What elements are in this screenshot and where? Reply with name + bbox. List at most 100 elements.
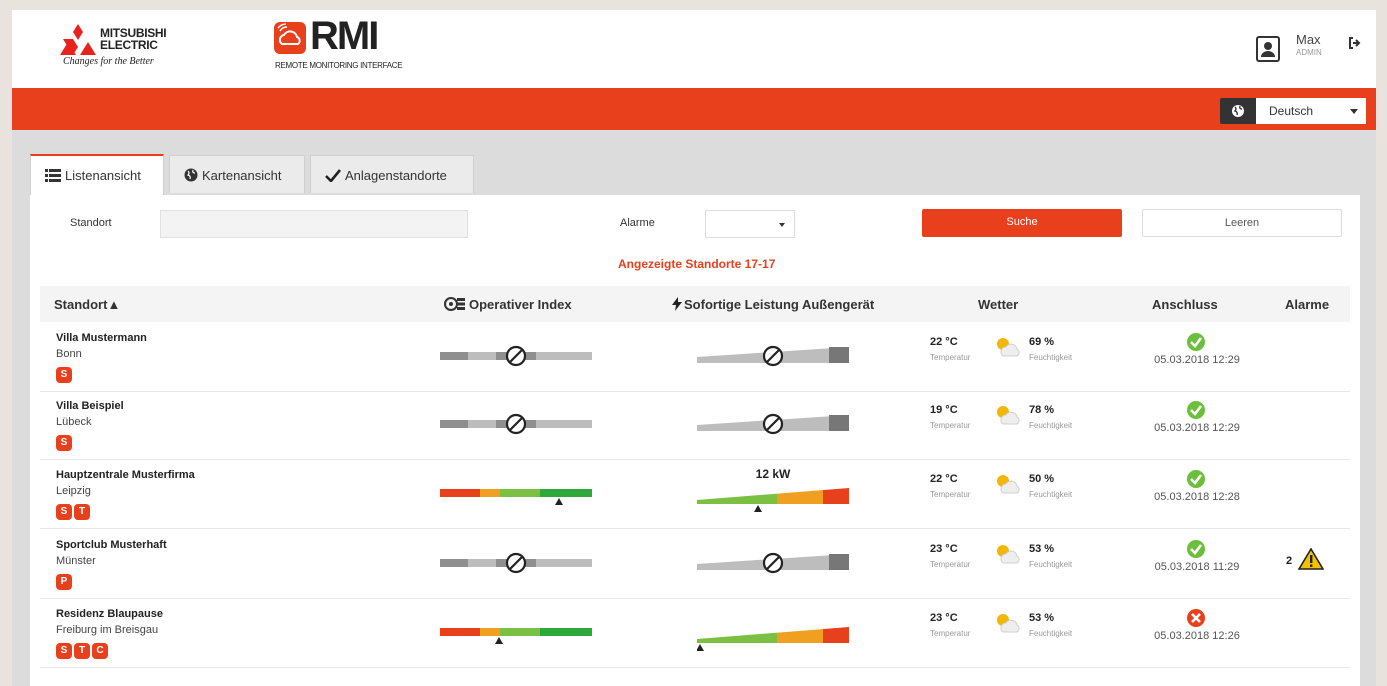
column-header-operativer-index: Operativer Index (444, 297, 572, 312)
site-name[interactable]: Villa Beispiel (56, 400, 124, 412)
standort-input[interactable] (160, 210, 468, 238)
temperature-value: 22 °C (930, 473, 958, 485)
column-header-standort[interactable]: Standort▲ (54, 297, 120, 312)
weather-icon-wrap (995, 612, 1023, 639)
operativer-index-cell (440, 336, 592, 376)
column-header-leistung: Sofortige Leistung Außengerät (672, 297, 874, 312)
language-selector[interactable]: Deutsch (1220, 98, 1366, 124)
temperature-value: 22 °C (930, 336, 958, 348)
table-row[interactable]: Villa Beispiel Lübeck S 19 °C Temperatur (40, 392, 1350, 460)
connection-time: 05.03.2018 12:26 (1154, 630, 1240, 642)
temperature-label: Temperatur (930, 629, 971, 638)
list-icon (45, 169, 61, 182)
temperature-label: Temperatur (930, 421, 971, 430)
leistung-cell (697, 537, 849, 587)
site-name[interactable]: Villa Mustermann (56, 332, 147, 344)
site-name[interactable]: Residenz Blaupause (56, 608, 163, 620)
language-selected-value: Deutsch (1269, 104, 1314, 118)
operativer-index-cell (440, 473, 592, 513)
tab-listenansicht[interactable]: Listenansicht (30, 154, 164, 196)
leistung-cell: 12 kW (697, 467, 849, 517)
table-header: Standort▲ Operativer Index Sofortige Lei… (40, 286, 1350, 322)
operativer-index-bar (440, 489, 592, 505)
alarme-label: Alarme (620, 217, 655, 229)
index-marker (495, 637, 503, 644)
leistung-cell (696, 606, 849, 656)
chevron-down-icon (779, 223, 785, 227)
connection-ok-icon (1187, 401, 1205, 419)
language-globe-button[interactable] (1220, 98, 1256, 124)
language-select[interactable]: Deutsch (1256, 98, 1366, 124)
result-count: Angezeigte Standorte 17-17 (618, 257, 776, 271)
tab-anlagenstandorte[interactable]: Anlagenstandorte (310, 155, 474, 193)
column-header-label: Operativer Index (469, 297, 572, 312)
connection-error-icon (1187, 609, 1205, 627)
column-header-anschluss: Anschluss (1152, 297, 1218, 312)
leistung-marker (754, 505, 762, 512)
site-name[interactable]: Sportclub Musterhaft (56, 539, 167, 551)
temperature-label: Temperatur (930, 353, 971, 362)
leistung-disabled-bar (697, 413, 849, 435)
tab-label: Kartenansicht (202, 168, 282, 183)
tab-kartenansicht[interactable]: Kartenansicht (169, 155, 305, 193)
warning-icon[interactable] (1298, 548, 1324, 570)
humidity-label: Feuchtigkeit (1029, 560, 1073, 569)
globe-icon (184, 168, 198, 182)
alarm-count[interactable]: 2 (1286, 555, 1292, 567)
humidity-label: Feuchtigkeit (1029, 629, 1073, 638)
site-city: Leipzig (56, 485, 91, 497)
connection-ok-icon (1187, 470, 1205, 488)
partly-cloudy-icon (997, 545, 1020, 564)
weather-icon-wrap (995, 543, 1023, 570)
table-row[interactable]: Hauptzentrale Musterfirma Leipzig ST 12 … (40, 461, 1350, 529)
service-badge: T (74, 504, 90, 520)
column-header-alarme: Alarme (1285, 297, 1330, 312)
service-badge: S (56, 367, 72, 383)
index-marker (555, 498, 563, 505)
leistung-disabled-bar (697, 552, 849, 574)
tab-label: Listenansicht (65, 168, 141, 183)
site-city: Bonn (56, 348, 82, 360)
humidity-value: 69 % (1029, 336, 1055, 348)
connection-ok-icon (1187, 333, 1205, 351)
humidity-value: 53 % (1029, 543, 1055, 555)
connection-ok-icon (1187, 540, 1205, 558)
alarme-select[interactable] (705, 210, 795, 238)
service-badge: S (56, 643, 72, 659)
partly-cloudy-icon (997, 406, 1020, 425)
humidity-label: Feuchtigkeit (1029, 490, 1073, 499)
operativer-index-cell (440, 543, 592, 583)
user-menu[interactable]: Max ADMIN (1256, 32, 1366, 68)
column-header-label: Sofortige Leistung Außengerät (684, 297, 875, 312)
table-row[interactable]: Sportclub Musterhaft Münster P 23 °C Tem… (40, 531, 1350, 599)
clear-button[interactable]: Leeren (1142, 209, 1342, 237)
partly-cloudy-icon (997, 614, 1020, 633)
humidity-value: 78 % (1029, 404, 1055, 416)
connection-time: 05.03.2018 12:29 (1154, 354, 1240, 366)
user-avatar-icon[interactable] (1256, 36, 1280, 62)
connection-time: 05.03.2018 11:29 (1154, 561, 1240, 573)
nav-bar: Deutsch (12, 88, 1376, 130)
check-icon (325, 169, 341, 182)
site-badges: S (56, 432, 74, 451)
operativer-index-cell (440, 404, 592, 444)
service-badge: S (56, 435, 72, 451)
partly-cloudy-icon (997, 475, 1020, 494)
site-badges: STC (56, 640, 110, 659)
partly-cloudy-icon (997, 338, 1020, 357)
humidity-label: Feuchtigkeit (1029, 353, 1073, 362)
leistung-value: 12 kW (755, 467, 791, 481)
mitsubishi-logo: MITSUBISHI ELECTRIC Changes for the Bett… (60, 24, 200, 72)
site-name[interactable]: Hauptzentrale Musterfirma (56, 469, 195, 481)
tab-label: Anlagenstandorte (345, 168, 447, 183)
table-row[interactable]: Villa Mustermann Bonn S 22 °C Temperatur (40, 324, 1350, 392)
search-button[interactable]: Suche (922, 209, 1122, 237)
site-city: Lübeck (56, 416, 92, 428)
logout-icon[interactable] (1348, 36, 1362, 50)
table-row[interactable]: Residenz Blaupause Freiburg im Breisgau … (40, 600, 1350, 668)
company-tagline: Changes for the Better (63, 56, 154, 67)
leistung-bar (696, 627, 849, 651)
operativer-index-cell (440, 612, 592, 652)
weather-icon-wrap (995, 404, 1023, 431)
user-role: ADMIN (1296, 48, 1322, 57)
